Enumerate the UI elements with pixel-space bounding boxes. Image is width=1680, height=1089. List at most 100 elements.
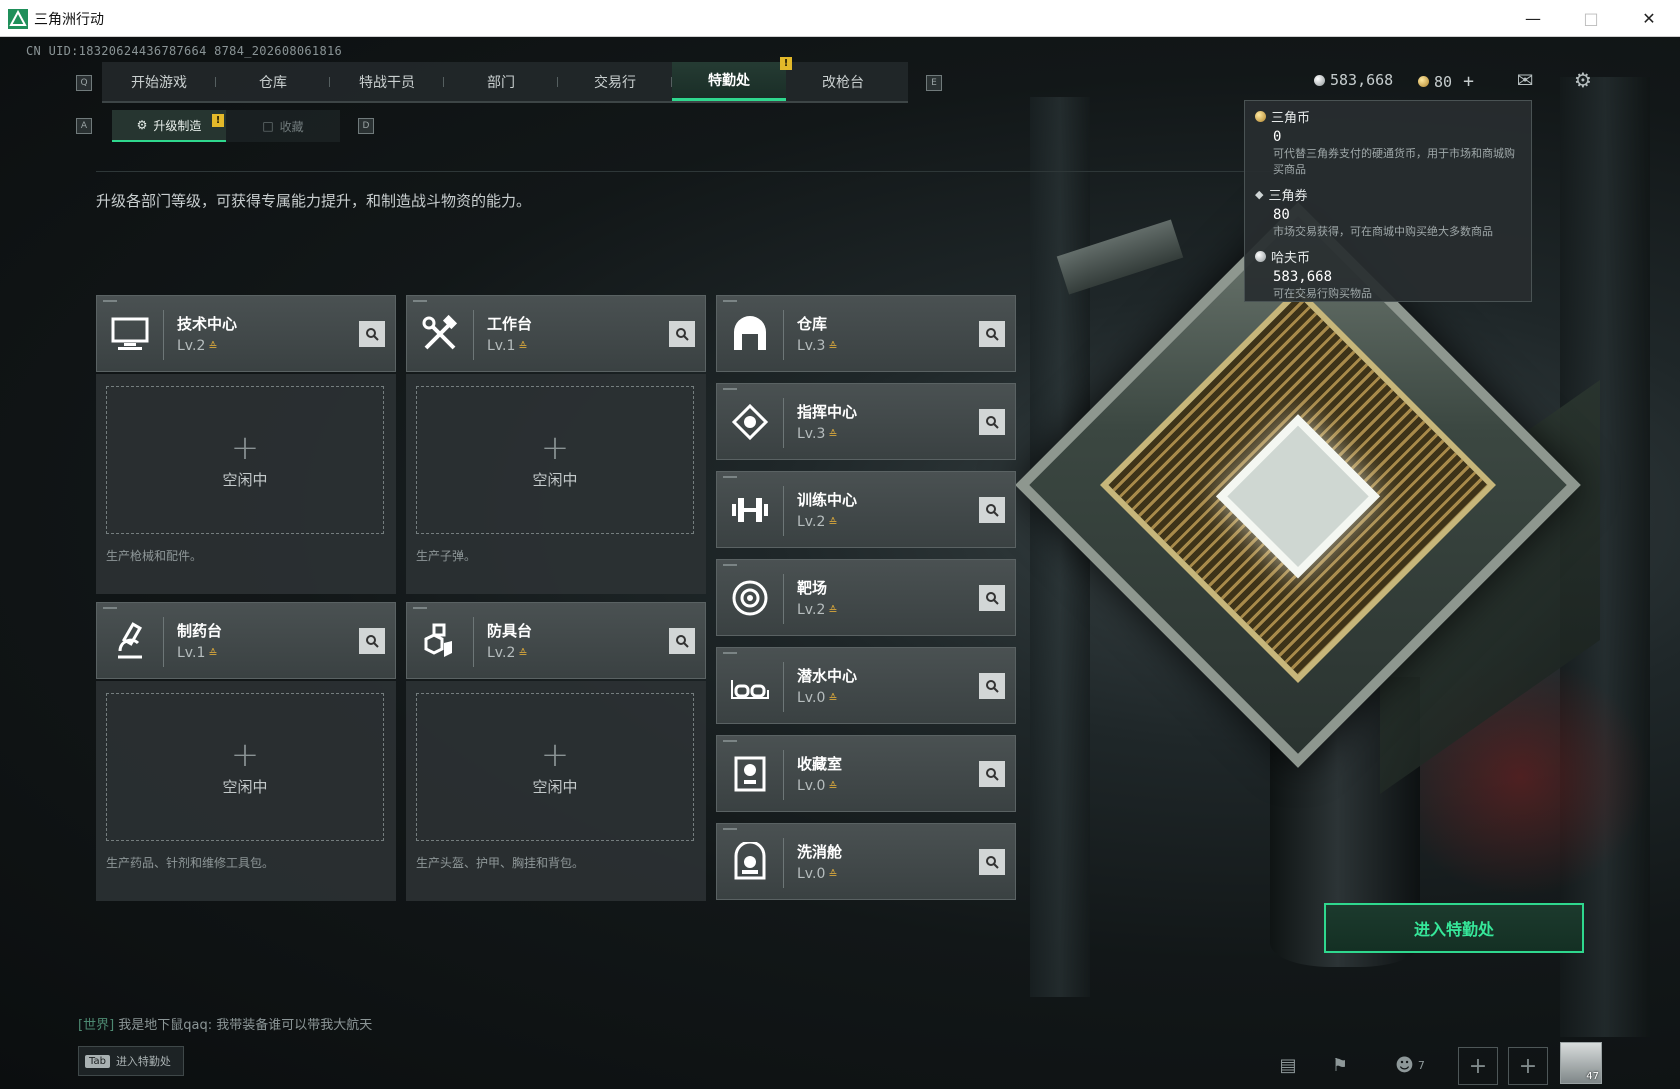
facility-card-decon-chamber[interactable]: 洗消舱 Lv.0 ≙ bbox=[716, 823, 1016, 900]
triangle-currency[interactable]: 80 + bbox=[1418, 71, 1474, 92]
chat-line[interactable]: [世界] 我是地下鼠qaq: 我带装备谁可以带我大航天 bbox=[78, 1014, 372, 1033]
tooltip-value: 0 bbox=[1273, 129, 1282, 145]
search-icon[interactable] bbox=[979, 761, 1005, 787]
tab-gunsmith[interactable]: 改枪台 bbox=[786, 62, 900, 101]
facility-card-tech-center[interactable]: 技术中心 Lv.2 ≙ bbox=[96, 295, 396, 372]
tab-label: 仓库 bbox=[259, 74, 287, 91]
level-text: Lv.3 bbox=[797, 338, 826, 354]
facility-name: 潜水中心 bbox=[797, 667, 858, 685]
stats-icon[interactable]: ▤ bbox=[1268, 1047, 1308, 1083]
facility-card-diving-center[interactable]: 潜水中心 Lv.0 ≙ bbox=[716, 647, 1016, 724]
facility-card-pharmacy[interactable]: 制药台 Lv.1 ≙ bbox=[96, 602, 396, 679]
search-icon[interactable] bbox=[979, 585, 1005, 611]
idle-slot[interactable]: + 空闲中 bbox=[416, 693, 694, 841]
tooltip-name: 三角币 bbox=[1271, 111, 1311, 126]
search-icon[interactable] bbox=[669, 321, 695, 347]
facility-card-armor-bench[interactable]: 防具台 Lv.2 ≙ bbox=[406, 602, 706, 679]
tab-key-hint[interactable]: Tab 进入特勤处 bbox=[78, 1046, 184, 1076]
idle-slot[interactable]: + 空闲中 bbox=[416, 386, 694, 534]
player-level: 47 bbox=[1586, 1071, 1599, 1082]
friends-button[interactable]: ☻ 7 bbox=[1380, 1047, 1440, 1083]
settings-gear-icon[interactable]: ⚙ bbox=[1572, 68, 1594, 92]
upgrade-chevron-icon: ≙ bbox=[208, 647, 218, 660]
add-party-slot[interactable]: + bbox=[1458, 1047, 1498, 1085]
diving-mask-icon bbox=[727, 664, 773, 708]
tab-label: 特勤处 bbox=[708, 73, 750, 89]
level-text: Lv.0 bbox=[797, 690, 826, 706]
idle-slot[interactable]: + 空闲中 bbox=[106, 386, 384, 534]
add-icon: + bbox=[230, 427, 260, 468]
facility-card-warehouse[interactable]: 仓库 Lv.3 ≙ bbox=[716, 295, 1016, 372]
upgrade-chevron-icon: ≙ bbox=[518, 340, 528, 353]
tab-start-game[interactable]: 开始游戏 bbox=[102, 62, 216, 101]
flag-icon[interactable]: ⚑ bbox=[1320, 1047, 1360, 1083]
level-text: Lv.2 bbox=[797, 514, 826, 530]
notification-badge: ! bbox=[780, 57, 792, 70]
ticket-icon: ◆ bbox=[1255, 188, 1264, 201]
tab-department[interactable]: 部门 bbox=[444, 62, 558, 101]
facility-card-command-center[interactable]: 指挥中心 Lv.3 ≙ bbox=[716, 383, 1016, 460]
add-party-slot[interactable]: + bbox=[1508, 1047, 1548, 1085]
idle-slot[interactable]: + 空闲中 bbox=[106, 693, 384, 841]
subtab-collection[interactable]: □ 收藏 bbox=[226, 110, 340, 142]
tools-icon bbox=[417, 312, 463, 356]
mail-icon[interactable]: ✉ bbox=[1514, 68, 1536, 92]
tooltip-value: 80 bbox=[1273, 207, 1290, 223]
subtab-label: 收藏 bbox=[279, 119, 304, 134]
tooltip-item: 哈夫币 583,668 可在交易行购买物品 bbox=[1255, 247, 1521, 302]
facility-card-training-center[interactable]: 训练中心 Lv.2 ≙ bbox=[716, 471, 1016, 548]
tab-hint-label: 进入特勤处 bbox=[115, 1055, 171, 1068]
tab-label: 开始游戏 bbox=[131, 74, 187, 91]
close-button[interactable]: ✕ bbox=[1620, 0, 1678, 37]
facility-card-shooting-range[interactable]: 靶场 Lv.2 ≙ bbox=[716, 559, 1016, 636]
add-icon: + bbox=[540, 734, 570, 775]
facility-level: Lv.1 ≙ bbox=[177, 645, 218, 661]
search-icon[interactable] bbox=[979, 849, 1005, 875]
upgrade-chevron-icon: ≙ bbox=[828, 516, 838, 529]
facility-level: Lv.0 ≙ bbox=[797, 866, 838, 882]
add-currency-button[interactable]: + bbox=[1463, 71, 1474, 92]
facility-level: Lv.2 ≙ bbox=[797, 514, 838, 530]
hafu-coin-icon bbox=[1255, 251, 1266, 262]
armor-icon bbox=[417, 619, 463, 663]
maximize-button[interactable]: □ bbox=[1562, 0, 1620, 37]
facility-name: 训练中心 bbox=[797, 491, 858, 509]
warehouse-icon bbox=[727, 312, 773, 356]
add-icon: + bbox=[230, 734, 260, 775]
facility-name: 仓库 bbox=[797, 315, 828, 333]
subtab-upgrade-craft[interactable]: ⚙ 升级制造 bbox=[112, 110, 226, 142]
upgrade-chevron-icon: ≙ bbox=[828, 428, 838, 441]
window-titlebar: 三角洲行动 — □ ✕ bbox=[0, 0, 1680, 37]
idle-status: 空闲中 bbox=[222, 470, 268, 489]
facility-card-workbench[interactable]: 工作台 Lv.1 ≙ bbox=[406, 295, 706, 372]
tab-operators[interactable]: 特战干员 bbox=[330, 62, 444, 101]
search-icon[interactable] bbox=[669, 628, 695, 654]
hafu-amount: 583,668 bbox=[1330, 71, 1394, 89]
search-icon[interactable] bbox=[359, 321, 385, 347]
friends-icon: ☻ bbox=[1395, 1054, 1414, 1076]
tab-label: 交易行 bbox=[594, 74, 636, 91]
search-icon[interactable] bbox=[979, 321, 1005, 347]
game-viewport: CN UID:18320624436787664 8784_2026080618… bbox=[0, 37, 1680, 1089]
avatar[interactable]: 47 bbox=[1560, 1042, 1602, 1084]
search-icon[interactable] bbox=[979, 673, 1005, 699]
search-icon[interactable] bbox=[359, 628, 385, 654]
search-icon[interactable] bbox=[979, 497, 1005, 523]
tooltip-name: 三角券 bbox=[1268, 189, 1308, 204]
tab-warehouse[interactable]: 仓库 bbox=[216, 62, 330, 101]
hafu-currency[interactable]: 583,668 bbox=[1314, 71, 1393, 89]
tab-special-ops[interactable]: 特勤处 bbox=[672, 62, 786, 101]
collection-icon bbox=[727, 752, 773, 796]
friends-count: 7 bbox=[1417, 1058, 1425, 1072]
enter-special-ops-button[interactable]: 进入特勤处 bbox=[1324, 903, 1584, 953]
tooltip-desc: 可代替三角券支付的硬通货币，用于市场和商城购买商品 bbox=[1273, 147, 1515, 176]
notification-badge: ! bbox=[212, 114, 224, 127]
facility-level: Lv.1 ≙ bbox=[487, 338, 528, 354]
sub-nav: ⚙ 升级制造 □ 收藏 bbox=[112, 110, 340, 142]
search-icon[interactable] bbox=[979, 409, 1005, 435]
tab-trading[interactable]: 交易行 bbox=[558, 62, 672, 101]
facility-card-collection-room[interactable]: 收藏室 Lv.0 ≙ bbox=[716, 735, 1016, 812]
idle-status: 空闲中 bbox=[532, 777, 578, 796]
triangle-coin-icon bbox=[1255, 111, 1266, 122]
minimize-button[interactable]: — bbox=[1504, 0, 1562, 37]
